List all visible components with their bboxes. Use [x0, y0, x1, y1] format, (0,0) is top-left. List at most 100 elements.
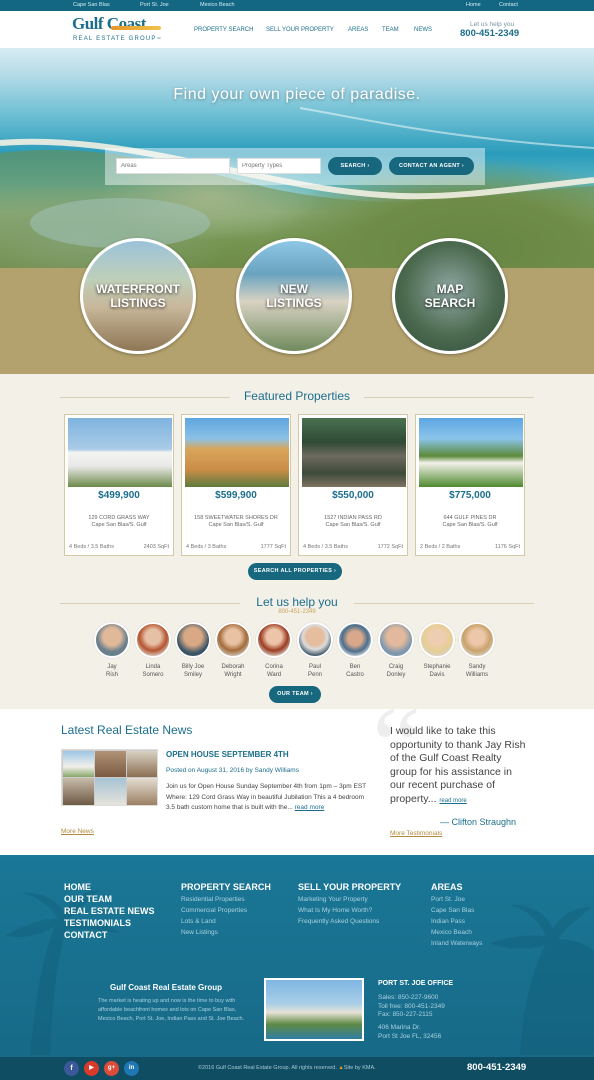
- topbar-link-home[interactable]: Home: [466, 2, 481, 8]
- waterfront-listings-link[interactable]: WATERFRONT LISTINGS: [80, 238, 196, 354]
- nav-property-search[interactable]: PROPERTY SEARCH: [194, 27, 253, 33]
- avatar: [94, 622, 130, 658]
- footer-area-links: Port St. Joe Cape San Blas Indian Pass M…: [431, 894, 482, 949]
- property-photo: [419, 418, 523, 487]
- team-member[interactable]: Paul Penn: [295, 622, 335, 679]
- footer-heading-sell[interactable]: SELL YOUR PROPERTY: [298, 881, 401, 893]
- team-member[interactable]: Billy Joe Smiley: [173, 622, 213, 679]
- footer-link-contact[interactable]: CONTACT: [64, 929, 155, 941]
- footer-link[interactable]: Cape San Blas: [431, 905, 482, 916]
- header-phone[interactable]: 800-451-2349: [460, 28, 519, 39]
- search-all-properties-button[interactable]: SEARCH ALL PROPERTIES ›: [248, 563, 342, 580]
- property-card[interactable]: $775,000 644 GULF PINES DR Cape San Blas/…: [415, 414, 525, 556]
- footer-link-real-estate-news[interactable]: REAL ESTATE NEWS: [64, 905, 155, 917]
- youtube-icon[interactable]: ▶: [84, 1061, 99, 1076]
- footer-link[interactable]: Lots & Land: [181, 916, 247, 927]
- property-address: 158 SWEETWATER SHORES DR Cape San Blas/S.…: [194, 515, 278, 528]
- nav-sell-your-property[interactable]: SELL YOUR PROPERTY: [266, 27, 334, 33]
- property-photo: [302, 418, 406, 487]
- post-excerpt: Join us for Open House Sunday September …: [166, 783, 367, 811]
- property-beds: 4 Beds / 3.5 Baths: [303, 544, 348, 550]
- topbar-link-port-st-joe[interactable]: Port St. Joe: [140, 2, 169, 8]
- property-card[interactable]: $550,000 1527 INDIAN PASS RD Cape San Bla…: [298, 414, 408, 556]
- search-button[interactable]: SEARCH ›: [328, 157, 382, 175]
- property-beds: 2 Beds / 2 Baths: [420, 544, 461, 550]
- team-member[interactable]: Jay Rish: [92, 622, 132, 679]
- testimonial-read-more[interactable]: read more: [439, 798, 466, 804]
- site-credit-link[interactable]: Site by KMA.: [344, 1065, 376, 1071]
- team-member[interactable]: Sandy Williams: [457, 622, 497, 679]
- our-team-button[interactable]: OUR TEAM ›: [269, 686, 321, 703]
- team-member[interactable]: Craig Donley: [376, 622, 416, 679]
- team-member[interactable]: Ben Castro: [335, 622, 375, 679]
- member-name: Linda Somero: [142, 664, 164, 678]
- testimonial-quote: I would like to take this opportunity to…: [390, 725, 526, 805]
- property-types-select[interactable]: [237, 158, 321, 174]
- team-member[interactable]: Linda Somero: [133, 622, 173, 679]
- testimonial-author: — Clifton Straughn: [440, 817, 517, 827]
- property-price: $499,900: [98, 490, 140, 501]
- footer-main-links: HOME OUR TEAM REAL ESTATE NEWS TESTIMONI…: [64, 881, 155, 941]
- news-title: Latest Real Estate News: [61, 723, 193, 737]
- more-news-link[interactable]: More News: [61, 828, 94, 835]
- footer-heading-areas[interactable]: AREAS: [431, 881, 463, 893]
- team-member[interactable]: Corina Ward: [254, 622, 294, 679]
- footer-link[interactable]: Inland Waterways: [431, 938, 482, 949]
- linkedin-icon[interactable]: in: [124, 1061, 139, 1076]
- footer-link[interactable]: Indian Pass: [431, 916, 482, 927]
- map-search-link[interactable]: MAP SEARCH: [392, 238, 508, 354]
- site-header: Gulf Coast REAL ESTATE GROUP™ PROPERTY S…: [0, 11, 594, 48]
- contact-agent-button[interactable]: CONTACT AN AGENT ›: [389, 157, 474, 175]
- property-beds: 4 Beds / 3.5 Baths: [69, 544, 114, 550]
- footer-link[interactable]: Marketing Your Property: [298, 894, 379, 905]
- office-address: 406 Marina Dr. Port St Joe FL, 32456: [378, 1024, 442, 1040]
- property-card[interactable]: $599,900 158 SWEETWATER SHORES DR Cape Sa…: [181, 414, 291, 556]
- nav-news[interactable]: NEWS: [414, 27, 432, 33]
- new-listings-link[interactable]: NEW LISTINGS: [236, 238, 352, 354]
- nav-team[interactable]: TEAM: [382, 27, 399, 33]
- footer-link-home[interactable]: HOME: [64, 881, 155, 893]
- topbar-link-cape-san-blas[interactable]: Cape San Blas: [73, 2, 110, 8]
- member-name: Paul Penn: [307, 664, 322, 678]
- logo-subtitle: REAL ESTATE GROUP™: [73, 36, 162, 42]
- property-card[interactable]: $499,900 129 CORD GRASS WAY Cape San Blas…: [64, 414, 174, 556]
- areas-select[interactable]: [116, 158, 230, 174]
- team-member[interactable]: Deborah Wright: [213, 622, 253, 679]
- footer-link[interactable]: Commercial Properties: [181, 905, 247, 916]
- footer-link-our-team[interactable]: OUR TEAM: [64, 893, 155, 905]
- read-more-link[interactable]: read more: [295, 804, 325, 811]
- property-address: 644 GULF PINES DR Cape San Blas/S. Gulf: [442, 515, 498, 528]
- property-sqft: 1176 SqFt: [495, 544, 520, 550]
- more-testimonials-link[interactable]: More Testimonials: [390, 830, 442, 837]
- member-name: Jay Rish: [105, 664, 118, 678]
- chevron-right-icon: ›: [461, 163, 465, 169]
- footer-link[interactable]: Residential Properties: [181, 894, 247, 905]
- footer-link[interactable]: Mexico Beach: [431, 927, 482, 938]
- property-price: $550,000: [332, 490, 374, 501]
- property-photo: [185, 418, 289, 487]
- help-label: Let us help you: [470, 21, 515, 28]
- footer-link[interactable]: Frequently Asked Questions: [298, 916, 379, 927]
- post-title[interactable]: OPEN HOUSE SEPTEMBER 4TH: [166, 750, 289, 759]
- footer-link[interactable]: What Is My Home Worth?: [298, 905, 379, 916]
- footer-heading-property-search[interactable]: PROPERTY SEARCH: [181, 881, 271, 893]
- facebook-icon[interactable]: f: [64, 1061, 79, 1076]
- avatar: [256, 622, 292, 658]
- footer-phone[interactable]: 800-451-2349: [467, 1062, 526, 1073]
- news-thumbnail[interactable]: [61, 749, 158, 806]
- google-plus-icon[interactable]: g+: [104, 1061, 119, 1076]
- avatar: [459, 622, 495, 658]
- copyright: ©2016 Gulf Coast Real Estate Group. All …: [198, 1065, 376, 1071]
- footer-link[interactable]: New Listings: [181, 927, 247, 938]
- topbar-link-mexico-beach[interactable]: Mexico Beach: [200, 2, 235, 8]
- company-description: The market is heating up and now is the …: [98, 998, 245, 1022]
- footer-sell-links: Marketing Your Property What Is My Home …: [298, 894, 379, 927]
- featured-title: Featured Properties: [243, 389, 351, 403]
- team-member[interactable]: Stephanie Davis: [417, 622, 457, 679]
- property-sqft: 1777 SqFt: [260, 544, 286, 550]
- topbar-link-contact[interactable]: Contact: [499, 2, 518, 8]
- office-photo: [264, 978, 364, 1041]
- nav-areas[interactable]: AREAS: [348, 27, 368, 33]
- footer-link-testimonials[interactable]: TESTIMONIALS: [64, 917, 155, 929]
- footer-link[interactable]: Port St. Joe: [431, 894, 482, 905]
